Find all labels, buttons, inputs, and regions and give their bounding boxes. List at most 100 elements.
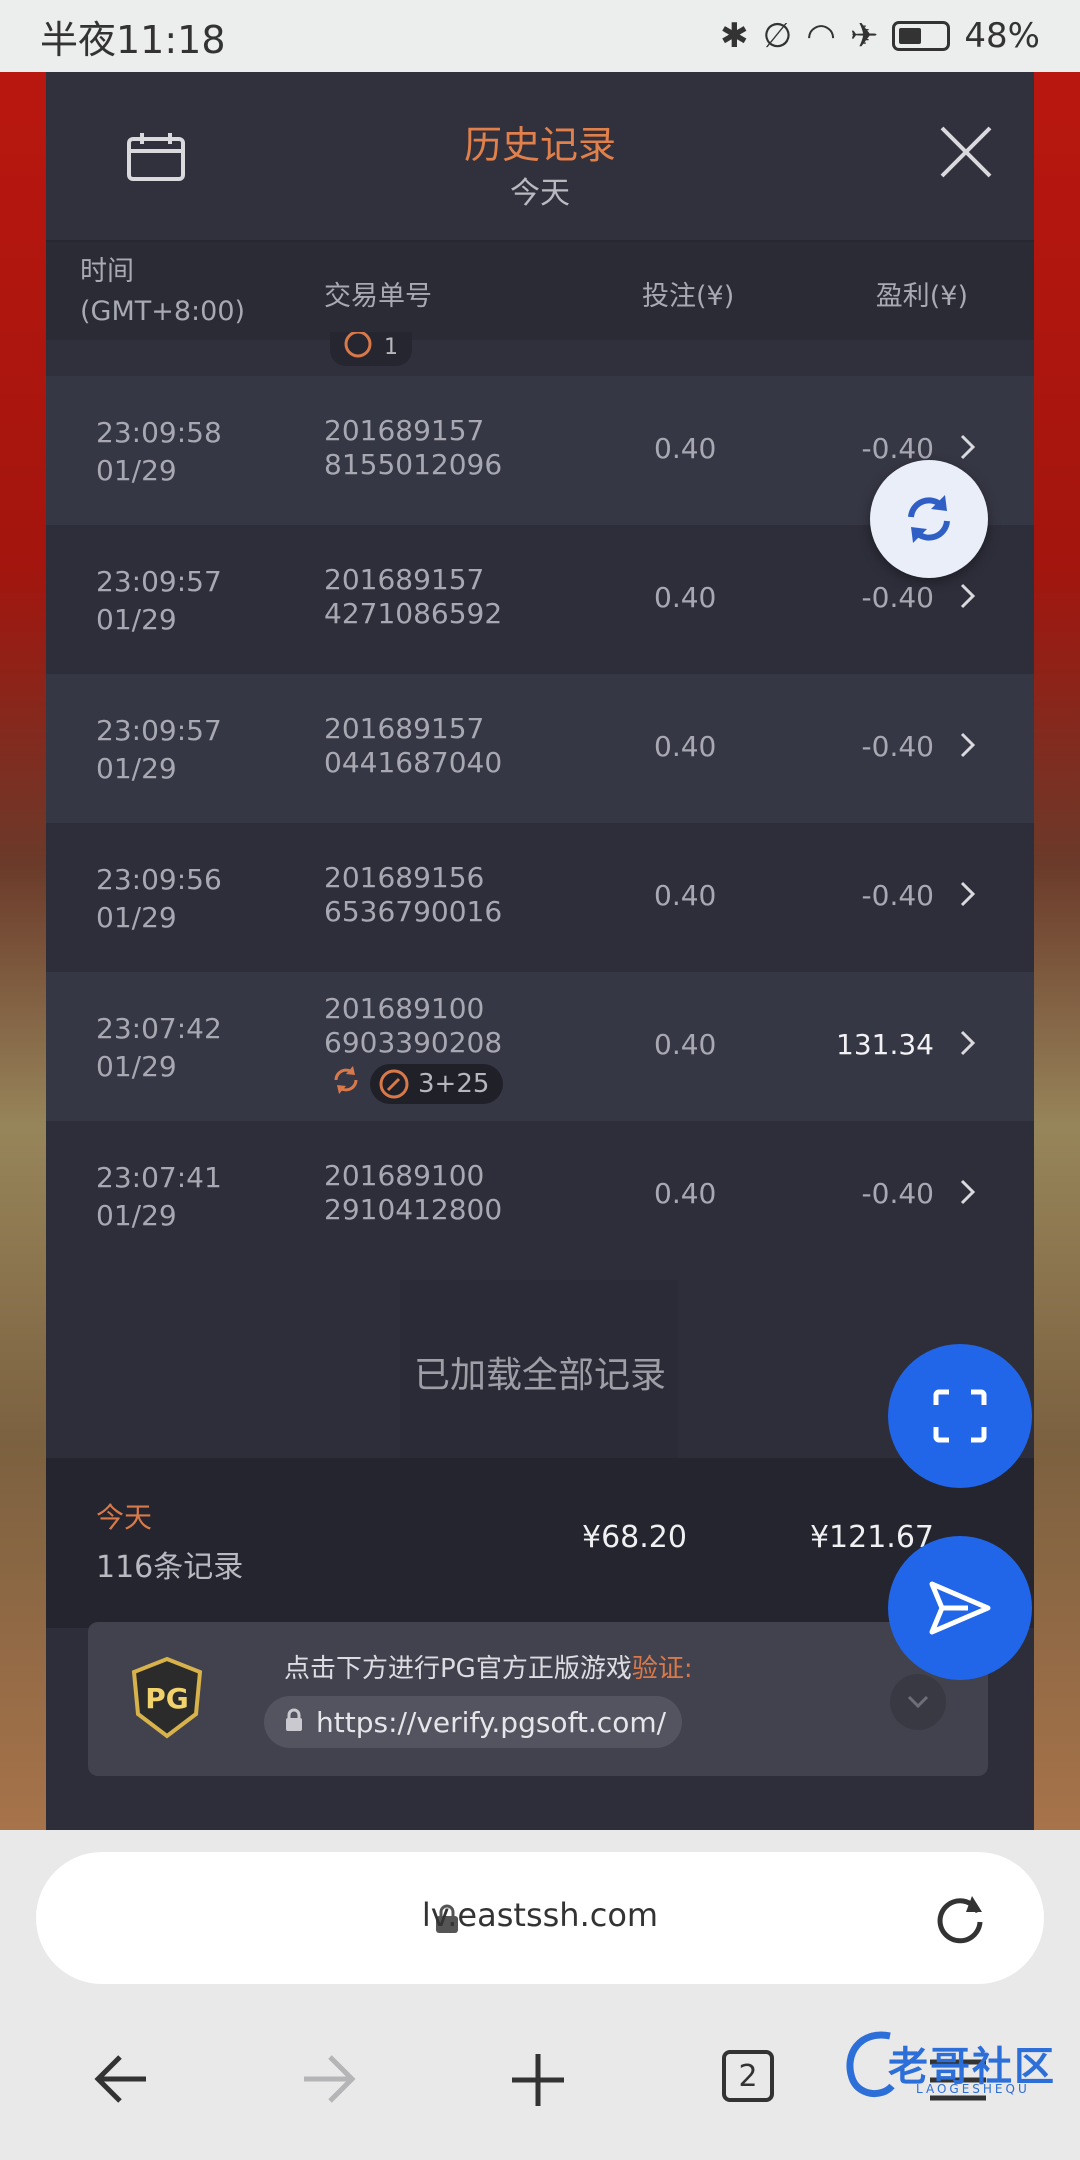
- row-id-part2: 6536790016: [324, 895, 503, 928]
- address-bar[interactable]: lv.eastssh.com: [36, 1852, 1044, 1984]
- wifi-icon: ◠: [806, 16, 836, 56]
- col-txn: 交易单号: [324, 281, 432, 312]
- col-time-zone: (GMT+8:00): [80, 296, 246, 327]
- tab-count: 2: [722, 2050, 774, 2102]
- row-txn-id: 201689156 6536790016: [324, 861, 502, 929]
- summary-label: 今天: [96, 1501, 153, 1534]
- row-id-part2: 8155012096: [324, 448, 503, 481]
- row-time-value: 23:07:42: [96, 1012, 222, 1045]
- row-id-part1: 201689157: [324, 563, 485, 596]
- row-bet: 0.40: [654, 730, 717, 763]
- date-filter-label[interactable]: 今天: [46, 168, 1034, 212]
- history-row[interactable]: 23:07:41 01/29 201689100 2910412800 0.40 -…: [46, 1121, 1034, 1270]
- verify-highlight: 验证:: [631, 1654, 693, 1684]
- chevron-right-icon: [960, 1179, 976, 1212]
- respin-icon: [328, 1062, 364, 1105]
- row-bet: 0.40: [654, 432, 717, 465]
- free-spin-badge: 3+25: [370, 1063, 504, 1104]
- history-row[interactable]: 23:07:42 01/29 201689100 6903390208 3+25 0…: [46, 972, 1034, 1121]
- total-bet: ¥68.20: [582, 1520, 687, 1555]
- row-txn-id: 201689157 4271086592: [324, 563, 502, 631]
- row-bet: 0.40: [654, 1028, 717, 1061]
- partial-row: 1: [46, 330, 1034, 376]
- stub-badge: 1: [330, 330, 412, 366]
- chevron-right-icon: [960, 1030, 976, 1063]
- row-bet: 0.40: [654, 1177, 717, 1210]
- status-icons: ✱ ∅ ◠ ✈ 48%: [720, 16, 1040, 56]
- verify-link[interactable]: https://verify.pgsoft.com/: [264, 1696, 682, 1748]
- verify-banner: PG 点击下方进行PG官方正版游戏验证: https://verify.pgso…: [88, 1622, 988, 1776]
- refresh-icon: [908, 495, 950, 543]
- chevron-right-icon: [960, 434, 976, 467]
- end-of-list: 已加载全部记录: [46, 1280, 1034, 1458]
- back-icon[interactable]: [94, 2054, 150, 2108]
- reload-icon[interactable]: [932, 1890, 988, 1950]
- bluetooth-icon: ✱: [720, 16, 749, 56]
- col-time: 时间 (GMT+8:00): [80, 252, 245, 332]
- row-profit: -0.40: [861, 730, 934, 763]
- browser-chrome: lv.eastssh.com 2: [0, 1830, 1080, 2160]
- row-time-value: 23:07:41: [96, 1161, 222, 1194]
- col-bet: 投注(¥): [642, 281, 735, 312]
- summary-bar: 今天 116条记录 ¥68.20 ¥121.67: [46, 1458, 1034, 1628]
- row-time: 23:09:56 01/29: [96, 861, 222, 937]
- row-date: 01/29: [96, 901, 177, 934]
- row-txn-id: 201689100 2910412800: [324, 1159, 502, 1227]
- row-id-part2: 6903390208: [324, 1026, 503, 1059]
- record-count: 116条记录: [96, 1550, 244, 1585]
- row-profit: -0.40: [861, 879, 934, 912]
- battery-icon: [892, 21, 951, 51]
- row-id-part1: 201689100: [324, 1159, 485, 1192]
- history-title: 历史记录: [463, 123, 616, 167]
- history-row[interactable]: 23:09:57 01/29 201689157 0441687040 0.40 -…: [46, 674, 1034, 823]
- row-profit: 131.34: [836, 1028, 934, 1061]
- chevron-right-icon: [960, 732, 976, 765]
- mute-icon: ∅: [762, 16, 793, 56]
- tabs-button[interactable]: 2: [722, 2050, 774, 2102]
- send-button[interactable]: [888, 1536, 1032, 1680]
- status-time: 半夜11:18: [40, 17, 226, 62]
- watermark-subtext: LAOGESHEQU: [916, 2082, 1030, 2096]
- refresh-button[interactable]: [870, 460, 988, 578]
- lock-icon: [284, 1706, 304, 1739]
- verify-message-text: 点击下方进行PG官方正版游戏: [284, 1654, 632, 1684]
- close-icon[interactable]: [938, 124, 994, 184]
- row-profit: -0.40: [861, 581, 934, 614]
- stub-tag-count: 1: [384, 335, 398, 360]
- verify-message: 点击下方进行PG官方正版游戏验证:: [284, 1648, 693, 1685]
- expand-icon[interactable]: [890, 1674, 946, 1730]
- row-tags: 3+25: [328, 1062, 504, 1105]
- forward-icon: [300, 2054, 356, 2108]
- column-headers: 时间 (GMT+8:00) 交易单号 投注(¥) 盈利(¥): [46, 242, 1034, 340]
- free-spin-count: 3+25: [418, 1068, 490, 1099]
- send-icon: [929, 1581, 991, 1635]
- row-id-part2: 2910412800: [324, 1193, 503, 1226]
- row-time: 23:09:58 01/29: [96, 414, 222, 490]
- fullscreen-button[interactable]: [888, 1344, 1032, 1488]
- free-spin-icon: [379, 1069, 409, 1098]
- history-panel: 历史记录 今天 时间 (GMT+8:00) 交易单号 投注(¥) 盈利(¥) 1…: [46, 72, 1034, 1830]
- row-txn-id: 201689157 8155012096: [324, 414, 502, 482]
- row-id-part2: 4271086592: [324, 597, 503, 630]
- row-time: 23:07:41 01/29: [96, 1159, 222, 1235]
- all-loaded-text: 已加载全部记录: [413, 1355, 666, 1396]
- row-time-value: 23:09:57: [96, 714, 222, 747]
- new-tab-icon[interactable]: [510, 2052, 566, 2112]
- row-date: 01/29: [96, 1050, 177, 1083]
- status-bar: 半夜11:18 ✱ ∅ ◠ ✈ 48%: [0, 0, 1080, 72]
- row-time: 23:09:57 01/29: [96, 563, 222, 639]
- row-time-value: 23:09:58: [96, 416, 222, 449]
- pg-logo: PG: [130, 1656, 204, 1744]
- battery-percent: 48%: [964, 16, 1040, 56]
- history-row[interactable]: 23:09:56 01/29 201689156 6536790016 0.40 -…: [46, 823, 1034, 972]
- history-header: 历史记录 今天: [46, 72, 1034, 242]
- row-date: 01/29: [96, 454, 177, 487]
- pg-logo-text: PG: [145, 1682, 189, 1715]
- battery-level: [899, 28, 922, 44]
- url-text: lv.eastssh.com: [421, 1896, 659, 1934]
- row-txn-id: 201689100 6903390208: [324, 992, 502, 1060]
- chevron-right-icon: [960, 583, 976, 616]
- airplane-icon: ✈: [849, 16, 879, 56]
- row-profit: -0.40: [861, 1177, 934, 1210]
- row-bet: 0.40: [654, 581, 717, 614]
